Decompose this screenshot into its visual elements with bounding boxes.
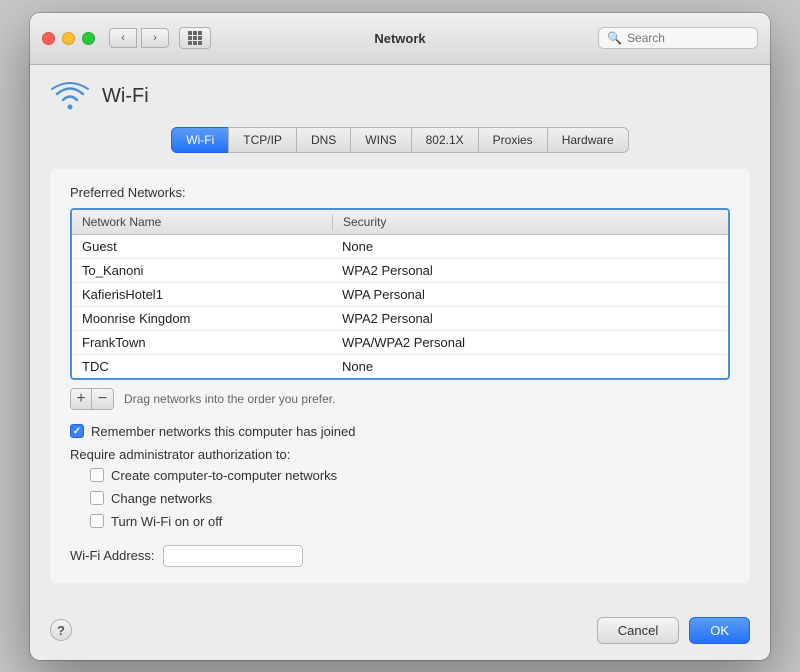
maximize-button[interactable] [82,32,95,45]
admin-option-1-row: Change networks [90,491,730,506]
tab-dot1x[interactable]: 802.1X [411,127,478,153]
network-security-1: WPA2 Personal [332,259,728,282]
admin-option-0-checkbox[interactable] [90,468,104,482]
table-header: Network Name Security [72,210,728,235]
admin-option-0-label: Create computer-to-computer networks [111,468,337,483]
main-window: ‹ › Network 🔍 [30,13,770,660]
tab-proxies[interactable]: Proxies [478,127,547,153]
remember-networks-row: Remember networks this computer has join… [70,424,730,439]
wifi-address-row: Wi-Fi Address: [70,545,730,567]
admin-options: Create computer-to-computer networks Cha… [70,468,730,529]
table-row[interactable]: FrankTown WPA/WPA2 Personal [72,331,728,355]
remove-network-button[interactable]: − [92,388,114,410]
search-icon: 🔍 [607,31,622,45]
remember-networks-label: Remember networks this computer has join… [91,424,355,439]
close-button[interactable] [42,32,55,45]
window-title: Network [374,31,425,46]
remember-networks-checkbox[interactable] [70,424,84,438]
cancel-button[interactable]: Cancel [597,617,679,644]
tab-wifi[interactable]: Wi-Fi [171,127,228,153]
help-button[interactable]: ? [50,619,72,641]
network-security-4: WPA/WPA2 Personal [332,331,728,354]
table-row[interactable]: To_Kanoni WPA2 Personal [72,259,728,283]
network-name-4: FrankTown [72,331,332,354]
tab-wins[interactable]: WINS [350,127,410,153]
network-name-1: To_Kanoni [72,259,332,282]
network-security-3: WPA2 Personal [332,307,728,330]
admin-option-2-row: Turn Wi-Fi on or off [90,514,730,529]
network-security-0: None [332,235,728,258]
add-network-button[interactable]: + [70,388,92,410]
network-security-2: WPA Personal [332,283,728,306]
admin-option-1-label: Change networks [111,491,212,506]
network-name-0: Guest [72,235,332,258]
wifi-icon [50,81,90,113]
wifi-address-input[interactable] [163,545,303,567]
table-row[interactable]: Guest None [72,235,728,259]
network-name-5: TDC [72,355,332,378]
wifi-address-label: Wi-Fi Address: [70,548,155,563]
footer-buttons: Cancel OK [597,617,750,644]
search-input[interactable] [627,31,749,45]
tab-bar: Wi-Fi TCP/IP DNS WINS 802.1X Proxies Har… [50,127,750,153]
forward-button[interactable]: › [141,28,169,48]
wifi-header: Wi-Fi [50,81,750,113]
table-row[interactable]: TDC None [72,355,728,378]
network-name-3: Moonrise Kingdom [72,307,332,330]
grid-button[interactable] [179,27,211,49]
ok-button[interactable]: OK [689,617,750,644]
col-header-name: Network Name [72,210,332,234]
admin-option-0-row: Create computer-to-computer networks [90,468,730,483]
col-header-security: Security [333,210,728,234]
wifi-title: Wi-Fi [102,85,149,108]
wifi-panel: Preferred Networks: Network Name Securit… [50,169,750,583]
preferred-networks-label: Preferred Networks: [70,185,730,200]
network-table: Network Name Security Guest None To_Kano… [70,208,730,380]
network-security-5: None [332,355,728,378]
require-admin-label: Require administrator authorization to: [70,447,730,462]
table-row[interactable]: KafierisHotel1 WPA Personal [72,283,728,307]
table-row[interactable]: Moonrise Kingdom WPA2 Personal [72,307,728,331]
tab-dns[interactable]: DNS [296,127,350,153]
admin-option-1-checkbox[interactable] [90,491,104,505]
admin-option-2-checkbox[interactable] [90,514,104,528]
drag-hint: Drag networks into the order you prefer. [124,392,335,406]
minimize-button[interactable] [62,32,75,45]
admin-option-2-label: Turn Wi-Fi on or off [111,514,222,529]
traffic-lights [42,32,95,45]
search-box[interactable]: 🔍 [598,27,758,49]
back-button[interactable]: ‹ [109,28,137,48]
nav-buttons: ‹ › [109,28,169,48]
content-area: Wi-Fi Wi-Fi TCP/IP DNS WINS 802.1X Proxi… [30,65,770,603]
tab-tcpip[interactable]: TCP/IP [228,127,296,153]
footer: ? Cancel OK [30,603,770,660]
tab-hardware[interactable]: Hardware [547,127,629,153]
titlebar: ‹ › Network 🔍 [30,13,770,65]
table-actions: + − Drag networks into the order you pre… [70,388,730,410]
grid-icon [188,31,202,45]
network-name-2: KafierisHotel1 [72,283,332,306]
